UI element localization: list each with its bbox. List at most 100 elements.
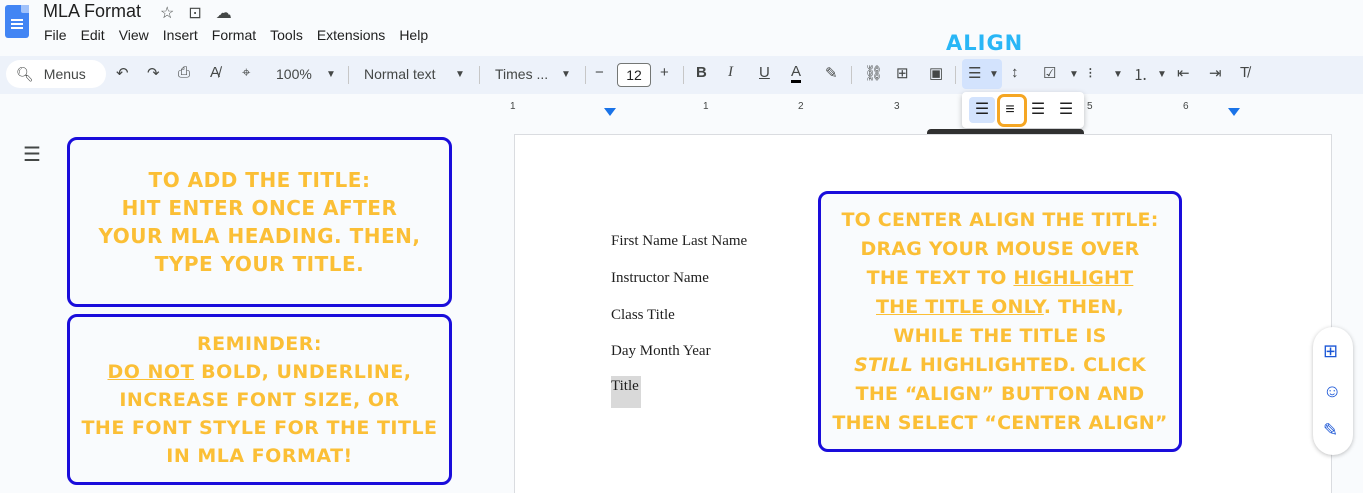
- move-folder-icon[interactable]: ⊡: [188, 3, 201, 23]
- instruction-text: To add the title: Hit enter once after y…: [99, 166, 421, 278]
- instruction-line: Hit enter once after: [121, 196, 398, 220]
- emphasis-text: still: [854, 353, 914, 376]
- paint-format-icon[interactable]: ⌖: [242, 64, 250, 81]
- bold-icon[interactable]: B: [696, 64, 707, 81]
- instruction-line: increase font size, or: [119, 388, 400, 411]
- menu-bar: File Edit View Insert Format Tools Exten…: [44, 27, 442, 43]
- ruler-mark: 6: [1183, 101, 1189, 112]
- add-comment-icon[interactable]: ⊞: [896, 64, 909, 82]
- ruler-mark: 5: [1087, 101, 1093, 112]
- highlight-color-icon[interactable]: ✎: [825, 64, 838, 82]
- insert-image-icon[interactable]: ▣: [929, 64, 943, 82]
- bulleted-chevron-icon[interactable]: ▼: [1113, 69, 1123, 80]
- instruction-line: the font style for the title: [81, 416, 438, 439]
- menu-view[interactable]: View: [119, 27, 149, 43]
- font-select[interactable]: Times ...: [495, 66, 548, 82]
- emphasis-text: the title only: [876, 295, 1044, 318]
- instruction-line: type your title.: [154, 252, 365, 276]
- document-title[interactable]: MLA Format: [43, 1, 141, 22]
- heading-name[interactable]: First Name Last Name: [611, 233, 747, 250]
- numbered-chevron-icon[interactable]: ▼: [1157, 69, 1167, 80]
- right-indent-marker[interactable]: [1228, 108, 1240, 116]
- style-chevron-icon[interactable]: ▼: [455, 69, 465, 80]
- redo-icon[interactable]: ↷: [147, 64, 160, 82]
- instruction-line: the “Align” button and: [855, 382, 1145, 405]
- suggest-edits-icon[interactable]: ✎: [1323, 420, 1338, 441]
- line-spacing-icon[interactable]: ↕: [1011, 64, 1019, 81]
- undo-icon[interactable]: ↶: [116, 64, 129, 82]
- document-title-text[interactable]: Title: [611, 376, 641, 408]
- instruction-line: still highlighted. Click: [832, 351, 1167, 380]
- ruler-mark: 3: [894, 101, 900, 112]
- highlighted-title[interactable]: Title: [611, 376, 641, 408]
- italic-icon[interactable]: I: [728, 64, 733, 81]
- heading-date[interactable]: Day Month Year: [611, 343, 711, 360]
- star-icon[interactable]: ☆: [160, 3, 174, 23]
- print-icon[interactable]: ⎙: [178, 64, 190, 81]
- divider: [683, 66, 684, 84]
- menu-help[interactable]: Help: [399, 27, 428, 43]
- emoji-reaction-icon[interactable]: ☺: [1323, 381, 1341, 402]
- emphasis-text: highlight: [1013, 266, 1134, 289]
- ruler-mark: 1: [510, 101, 516, 112]
- spellcheck-icon[interactable]: A̸: [210, 64, 220, 81]
- left-indent-marker[interactable]: [604, 108, 616, 116]
- text-color-icon[interactable]: A: [791, 64, 802, 83]
- checklist-icon[interactable]: ☑: [1043, 64, 1056, 82]
- checklist-chevron-icon[interactable]: ▼: [1069, 69, 1079, 80]
- zoom-select[interactable]: 100%: [276, 66, 312, 82]
- instruction-line: Reminder:: [197, 332, 322, 355]
- ruler-mark: 1: [703, 101, 709, 112]
- numbered-list-icon[interactable]: ⒈: [1133, 64, 1148, 85]
- instruction-line: Do not bold, underline,: [81, 358, 437, 386]
- instruction-line: To add the title:: [148, 168, 371, 192]
- add-comment-icon[interactable]: ⊞: [1323, 341, 1338, 362]
- center-align-highlight-ring: [997, 94, 1027, 127]
- cloud-status-icon[interactable]: ☁: [216, 3, 232, 23]
- underline-icon[interactable]: U: [759, 64, 770, 81]
- menu-insert[interactable]: Insert: [163, 27, 198, 43]
- zoom-chevron-icon[interactable]: ▼: [326, 69, 336, 80]
- instruction-line: while the title is: [893, 324, 1107, 347]
- divider: [955, 66, 956, 84]
- instruction-line: the title only. Then,: [832, 293, 1167, 322]
- style-select[interactable]: Normal text: [364, 66, 436, 82]
- increase-font-size-button[interactable]: +: [660, 64, 669, 81]
- divider: [585, 66, 586, 84]
- instruction-text-part: . Then,: [1043, 295, 1124, 318]
- divider: [851, 66, 852, 84]
- instruction-box-center-align: To center align the title: drag your mou…: [818, 191, 1182, 452]
- menu-extensions[interactable]: Extensions: [317, 27, 385, 43]
- align-chevron-icon: ▼: [989, 69, 999, 80]
- instruction-line: the text to highlight: [832, 264, 1167, 293]
- instruction-line: drag your mouse over: [860, 237, 1140, 260]
- docs-logo-icon[interactable]: [5, 5, 29, 38]
- heading-class[interactable]: Class Title: [611, 307, 675, 324]
- menu-edit[interactable]: Edit: [81, 27, 105, 43]
- menu-format[interactable]: Format: [212, 27, 256, 43]
- heading-instructor[interactable]: Instructor Name: [611, 270, 709, 287]
- increase-indent-icon[interactable]: ⇥: [1209, 64, 1222, 82]
- decrease-indent-icon[interactable]: ⇤: [1177, 64, 1190, 82]
- menu-file[interactable]: File: [44, 27, 67, 43]
- menu-tools[interactable]: Tools: [270, 27, 303, 43]
- decrease-font-size-button[interactable]: −: [595, 64, 604, 81]
- title-icons: ☆ ⊡ ☁: [160, 3, 232, 23]
- menus-search[interactable]: 🔍︎ Menus: [6, 60, 106, 88]
- font-chevron-icon[interactable]: ▼: [561, 69, 571, 80]
- ruler-mark: 2: [798, 101, 804, 112]
- document-outline-icon[interactable]: ☰: [23, 142, 41, 167]
- insert-link-icon[interactable]: ⛓: [864, 64, 883, 82]
- clear-formatting-icon[interactable]: T̸: [1240, 64, 1249, 81]
- instruction-text-part: highlighted. Click: [913, 353, 1146, 376]
- search-icon: 🔍︎: [16, 65, 34, 82]
- instruction-text: Reminder: Do not bold, underline, increa…: [81, 330, 437, 470]
- divider: [479, 66, 480, 84]
- font-size-input[interactable]: 12: [617, 63, 651, 87]
- bulleted-list-icon[interactable]: ⁝: [1088, 64, 1093, 82]
- align-callout-label: ALIGN: [946, 31, 1024, 55]
- menus-search-label: Menus: [43, 66, 86, 82]
- right-align-icon[interactable]: ☰: [1025, 97, 1051, 123]
- justify-icon[interactable]: ☰: [1053, 97, 1079, 123]
- left-align-icon[interactable]: ☰: [969, 97, 995, 123]
